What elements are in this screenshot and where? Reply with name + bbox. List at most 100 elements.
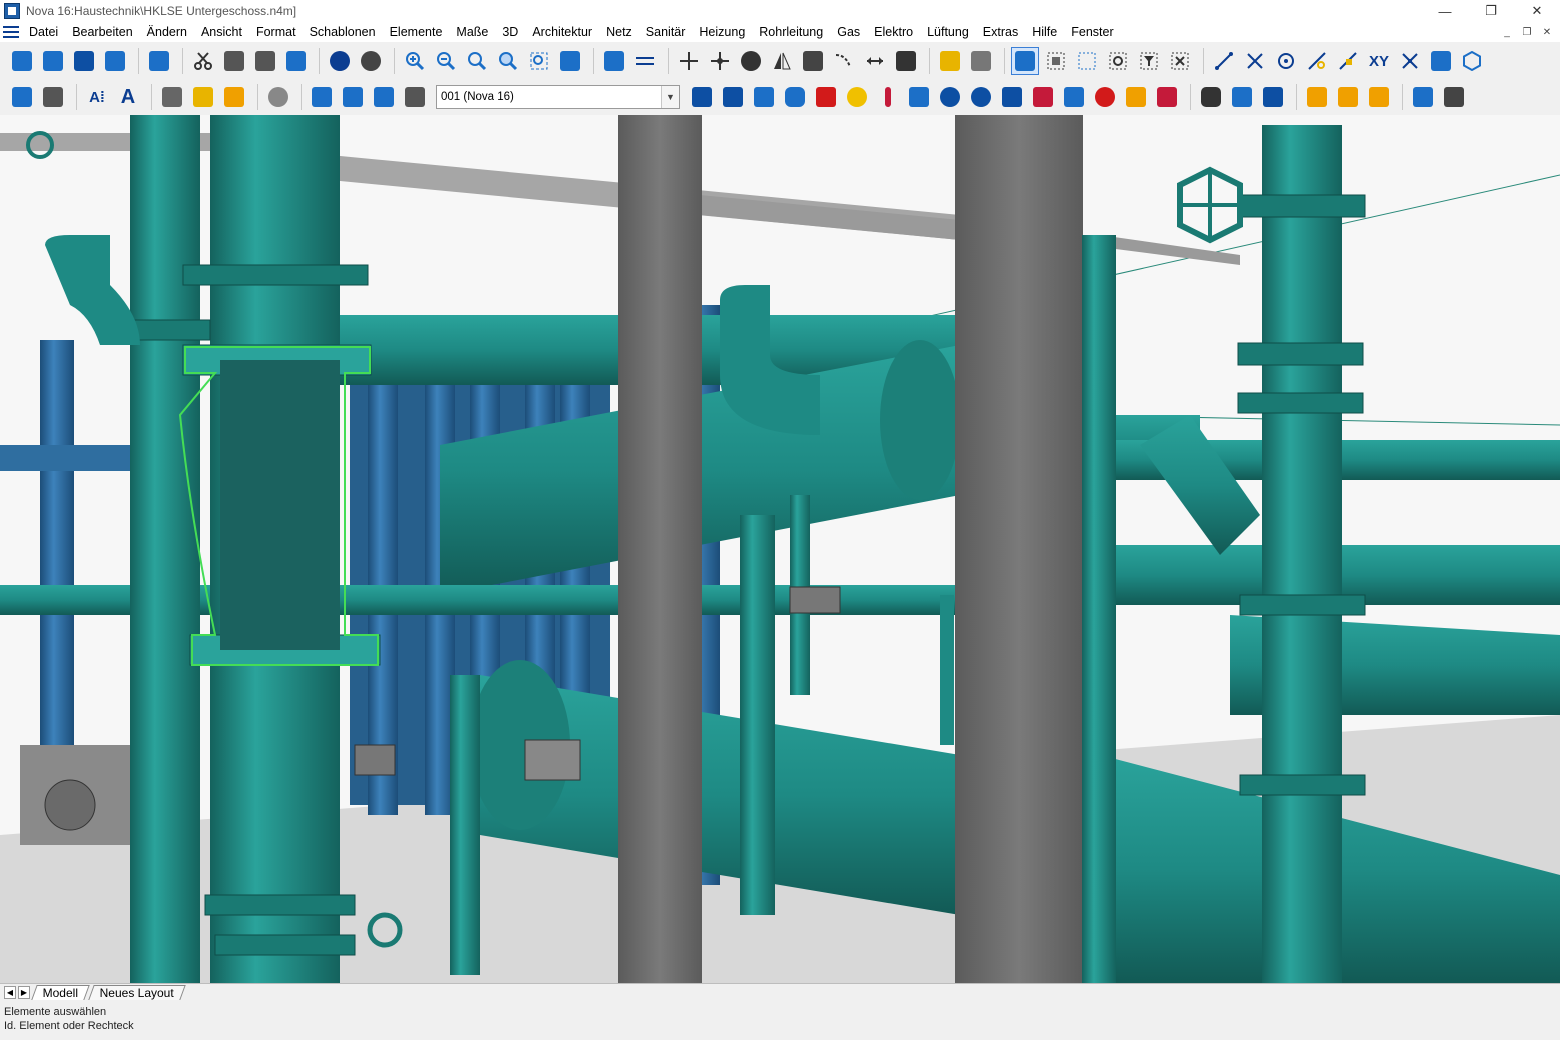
- pipe-fitting-button[interactable]: [688, 83, 716, 111]
- check-button[interactable]: [1259, 83, 1287, 111]
- doc-restore-button[interactable]: ❐: [1518, 24, 1536, 40]
- eraser-button[interactable]: [967, 47, 995, 75]
- offset-button[interactable]: [892, 47, 920, 75]
- thermometer-button[interactable]: [874, 83, 902, 111]
- menu-fenster[interactable]: Fenster: [1064, 22, 1120, 42]
- heat-load-button[interactable]: [1060, 83, 1088, 111]
- copy-special-button[interactable]: [251, 47, 279, 75]
- menu-netz[interactable]: Netz: [599, 22, 639, 42]
- cut-button[interactable]: [189, 47, 217, 75]
- layer-new-button[interactable]: [308, 83, 336, 111]
- circuit-button[interactable]: [1091, 83, 1119, 111]
- layer-up-button[interactable]: [339, 83, 367, 111]
- text-button[interactable]: A: [114, 83, 142, 111]
- import-button[interactable]: [1334, 83, 1362, 111]
- room-calc-button[interactable]: [1029, 83, 1057, 111]
- floor-heating-button[interactable]: [1153, 83, 1181, 111]
- open-file-button[interactable]: [39, 47, 67, 75]
- database-button[interactable]: [1197, 83, 1225, 111]
- gear-settings-button[interactable]: [967, 83, 995, 111]
- group-button[interactable]: [158, 83, 186, 111]
- snap-perpendicular-button[interactable]: [1396, 47, 1424, 75]
- format-painter-button[interactable]: [936, 47, 964, 75]
- numbering-button[interactable]: [1440, 83, 1468, 111]
- undo-button[interactable]: [326, 47, 354, 75]
- tab-neues-layout[interactable]: Neues Layout: [88, 984, 187, 1000]
- camera-button[interactable]: [401, 83, 429, 111]
- snap-center-button[interactable]: [1272, 47, 1300, 75]
- close-button[interactable]: ✕: [1514, 0, 1560, 22]
- zoom-button[interactable]: [463, 47, 491, 75]
- gear-button[interactable]: [936, 83, 964, 111]
- menu-rohrleitung[interactable]: Rohrleitung: [752, 22, 830, 42]
- menu-datei[interactable]: Datei: [22, 22, 65, 42]
- select-mode-button[interactable]: [1011, 47, 1039, 75]
- print-button[interactable]: [145, 47, 173, 75]
- menu-lueftung[interactable]: Lüftung: [920, 22, 976, 42]
- menu-heizung[interactable]: Heizung: [692, 22, 752, 42]
- move-button[interactable]: [706, 47, 734, 75]
- tab-modell[interactable]: Modell: [31, 984, 91, 1000]
- house-button[interactable]: [905, 83, 933, 111]
- menu-bearbeiten[interactable]: Bearbeiten: [65, 22, 139, 42]
- zoom-in-button[interactable]: [401, 47, 429, 75]
- paste-button[interactable]: [282, 47, 310, 75]
- rotate-button[interactable]: [737, 47, 765, 75]
- redo-button[interactable]: [357, 47, 385, 75]
- table-button[interactable]: [1409, 83, 1437, 111]
- tab-scroll-left-icon[interactable]: ◀: [4, 985, 16, 999]
- mirror-button[interactable]: [768, 47, 796, 75]
- chevron-down-icon[interactable]: ▼: [661, 86, 679, 108]
- select-window-button[interactable]: [1073, 47, 1101, 75]
- doc-close-button[interactable]: ✕: [1538, 24, 1556, 40]
- new-file-button[interactable]: [8, 47, 36, 75]
- radiator-button[interactable]: [812, 83, 840, 111]
- coordinates-button[interactable]: XY: [1365, 47, 1393, 75]
- menu-format[interactable]: Format: [249, 22, 303, 42]
- view-properties-button[interactable]: [600, 47, 628, 75]
- grid-snap-button[interactable]: [39, 83, 67, 111]
- menu-masse[interactable]: Maße: [449, 22, 495, 42]
- symbol-button[interactable]: [220, 83, 248, 111]
- zoom-out-button[interactable]: [432, 47, 460, 75]
- text-style-button[interactable]: A⁞: [83, 83, 111, 111]
- split-button[interactable]: [1365, 83, 1393, 111]
- menu-architektur[interactable]: Architektur: [525, 22, 599, 42]
- minimize-button[interactable]: —: [1422, 0, 1468, 22]
- room-button[interactable]: [998, 83, 1026, 111]
- save-button[interactable]: [70, 47, 98, 75]
- zoom-window-button[interactable]: [525, 47, 553, 75]
- menu-sanitaer[interactable]: Sanitär: [639, 22, 693, 42]
- menu-elemente[interactable]: Elemente: [383, 22, 450, 42]
- menu-schablonen[interactable]: Schablonen: [303, 22, 383, 42]
- menu-extras[interactable]: Extras: [976, 22, 1025, 42]
- select-circle-button[interactable]: [1104, 47, 1132, 75]
- menu-ansicht[interactable]: Ansicht: [194, 22, 249, 42]
- menu-3d[interactable]: 3D: [495, 22, 525, 42]
- hexagon-button[interactable]: [1458, 47, 1486, 75]
- scale-button[interactable]: [799, 47, 827, 75]
- layer-down-button[interactable]: [370, 83, 398, 111]
- copy-button[interactable]: [220, 47, 248, 75]
- select-all-button[interactable]: [1042, 47, 1070, 75]
- select-pointer-button[interactable]: [556, 47, 584, 75]
- trim-button[interactable]: [830, 47, 858, 75]
- save-as-button[interactable]: [101, 47, 129, 75]
- menu-hilfe[interactable]: Hilfe: [1025, 22, 1064, 42]
- layer-select[interactable]: 001 (Nova 16) ▼: [436, 85, 680, 109]
- zoom-all-button[interactable]: [494, 47, 522, 75]
- deselect-button[interactable]: [1166, 47, 1194, 75]
- tank-button[interactable]: [781, 83, 809, 111]
- menu-aendern[interactable]: Ändern: [140, 22, 194, 42]
- snap-intersection-button[interactable]: [1241, 47, 1269, 75]
- 3d-viewport[interactable]: [0, 115, 1560, 983]
- 3d-box-button[interactable]: [1427, 47, 1455, 75]
- pan-button[interactable]: [675, 47, 703, 75]
- snap-endpoint-button[interactable]: [1210, 47, 1238, 75]
- doc-minimize-button[interactable]: _: [1498, 24, 1516, 40]
- valve-button[interactable]: [719, 83, 747, 111]
- pump-button[interactable]: [750, 83, 778, 111]
- export-button[interactable]: [1303, 83, 1331, 111]
- restore-button[interactable]: ❐: [1468, 0, 1514, 22]
- edit-group-button[interactable]: [189, 83, 217, 111]
